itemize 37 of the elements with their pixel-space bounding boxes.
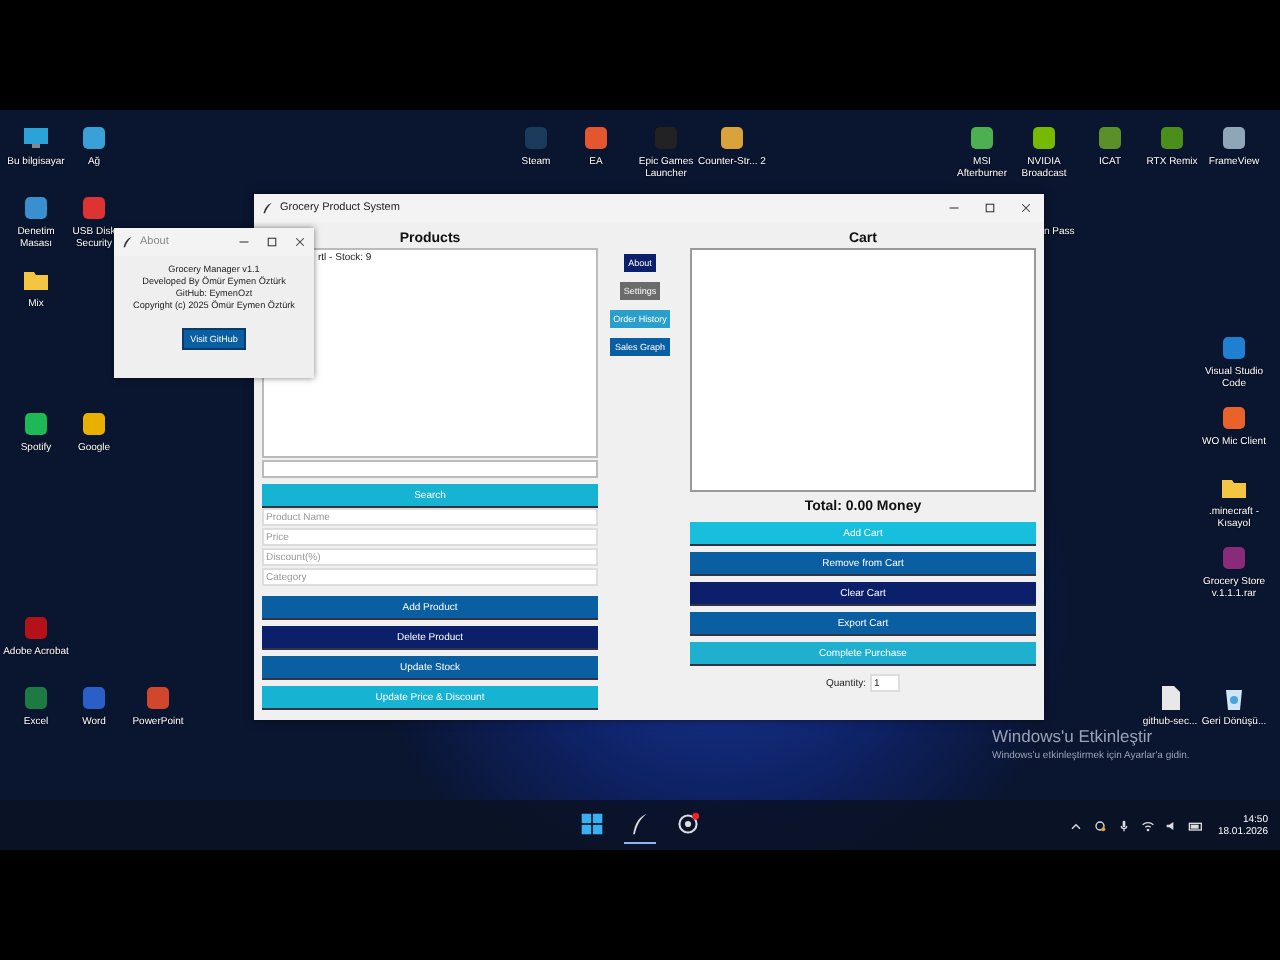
app-icon[interactable] (80, 124, 108, 152)
feather-icon (262, 202, 274, 214)
minimize-icon[interactable] (238, 236, 250, 248)
folder-icon[interactable] (22, 266, 50, 294)
recycle-bin-icon[interactable] (1220, 684, 1248, 712)
folder-icon[interactable] (1220, 474, 1248, 502)
app-icon[interactable] (718, 124, 746, 152)
monitor-icon[interactable] (22, 124, 50, 152)
app-icon[interactable] (80, 410, 108, 438)
activation-title: Windows'u Etkinleştir (992, 726, 1155, 746)
file-icon[interactable] (1156, 684, 1184, 712)
windows-logo-icon (580, 811, 604, 835)
maximize-icon[interactable] (266, 236, 278, 248)
browser-icon (676, 811, 700, 835)
app-icon[interactable] (1220, 404, 1248, 432)
app-icon[interactable] (144, 684, 172, 712)
microphone-icon[interactable] (1115, 817, 1132, 833)
minimize-icon[interactable] (948, 202, 960, 214)
close-icon[interactable] (294, 236, 306, 248)
maximize-icon[interactable] (984, 202, 996, 214)
battery-icon[interactable] (1187, 817, 1204, 833)
search-field[interactable] (262, 460, 598, 478)
close-icon[interactable] (1020, 202, 1032, 214)
wifi-icon[interactable] (1139, 817, 1156, 833)
app-icon[interactable] (582, 124, 610, 152)
app-icon[interactable] (1096, 124, 1124, 152)
feather-icon (122, 236, 134, 248)
app-icon[interactable] (1158, 124, 1186, 152)
app-icon[interactable] (1220, 334, 1248, 362)
cart-list[interactable] (690, 248, 1036, 492)
app-icon[interactable] (968, 124, 996, 152)
app-icon[interactable] (22, 410, 50, 438)
app-icon[interactable] (22, 194, 50, 222)
app-icon[interactable] (1220, 124, 1248, 152)
feather-icon (628, 811, 652, 835)
app-icon[interactable] (80, 194, 108, 222)
app-icon[interactable] (1030, 124, 1058, 152)
